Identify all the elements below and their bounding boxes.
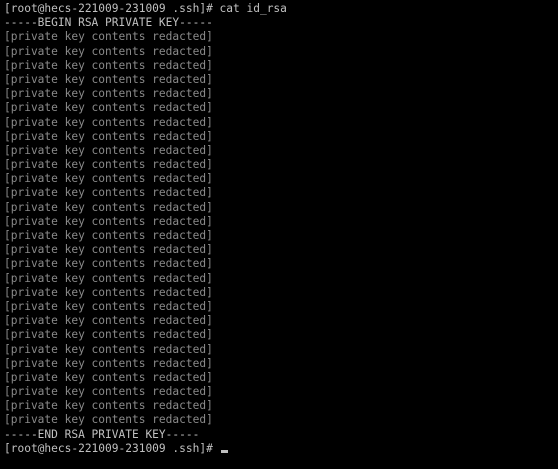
key-line: [private key contents redacted] <box>4 342 213 356</box>
key-line: [private key contents redacted] <box>4 243 213 257</box>
key-line: [private key contents redacted] <box>4 399 213 413</box>
key-line: [private key contents redacted] <box>4 143 213 157</box>
key-line: [private key contents redacted] <box>4 129 213 143</box>
key-line: [private key contents redacted] <box>4 257 213 271</box>
key-line: [private key contents redacted] <box>4 58 213 72</box>
key-line: [private key contents redacted] <box>4 172 213 186</box>
shell-prompt: [root@hecs-221009-231009 .ssh]# <box>4 441 220 455</box>
key-line: [private key contents redacted] <box>4 413 213 427</box>
key-line: [private key contents redacted] <box>4 214 213 228</box>
key-line: [private key contents redacted] <box>4 229 213 242</box>
key-line: [private key contents redacted] <box>4 314 213 328</box>
key-line: [private key contents redacted] <box>4 285 213 299</box>
key-line: [private key contents redacted] <box>4 356 213 370</box>
text-cursor <box>220 449 228 453</box>
key-body: [private key contents redacted] [private … <box>4 30 554 427</box>
terminal-window[interactable]: [root@hecs-221009-231009 .ssh]# cat id_r… <box>0 0 558 469</box>
key-line: [private key contents redacted] <box>4 72 213 86</box>
key-line: [private key contents redacted] <box>4 271 213 285</box>
key-line: [private key contents redacted] <box>4 328 213 342</box>
key-line: [private key contents redacted] <box>4 101 213 115</box>
key-line: [private key contents redacted] <box>4 30 213 44</box>
shell-prompt: [root@hecs-221009-231009 .ssh]# <box>4 2 220 15</box>
key-line: [private key contents redacted] <box>4 158 213 172</box>
key-line: [private key contents redacted] <box>4 200 213 214</box>
key-end-marker: -----END RSA PRIVATE KEY----- <box>4 427 200 441</box>
key-line: [private key contents redacted] <box>4 87 213 101</box>
key-line: [private key contents redacted] <box>4 44 213 58</box>
command-text: cat id_rsa <box>219 2 287 15</box>
command-line: [root@hecs-221009-231009 .ssh]# cat id_r… <box>4 2 554 16</box>
key-line: [private key contents redacted] <box>4 115 213 129</box>
active-prompt-line[interactable]: [root@hecs-221009-231009 .ssh]# <box>4 442 554 456</box>
key-begin-marker: -----BEGIN RSA PRIVATE KEY----- <box>4 16 213 30</box>
key-line: [private key contents redacted] <box>4 299 213 313</box>
key-line: [private key contents redacted] <box>4 370 213 384</box>
key-line: [private key contents redacted] <box>4 186 213 200</box>
key-line: [private key contents redacted] <box>4 385 213 399</box>
